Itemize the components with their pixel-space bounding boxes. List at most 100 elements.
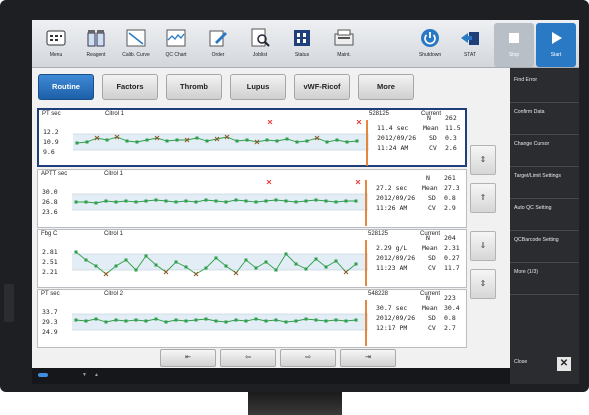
calib-curve-button[interactable]: Calib. Curve [116,23,156,67]
stat-sd-value: 0.8 [444,314,456,322]
monitor-bezel: Menu Reagent Calib. Curve QC Chart Order… [0,0,589,392]
status-arrow-down-icon: ▼ [82,372,87,378]
stat-mean-label: Mean [423,124,439,132]
status-button[interactable]: Status [282,23,322,67]
stat-sd-label: SD [429,134,437,142]
latest-value: 30.7 sec [376,304,408,312]
qcbarcode-setting-button[interactable]: QCBarcode Setting [510,232,579,263]
panel-reagent: Citrol 1 [105,111,125,117]
y-label-lower: 23.6 [42,208,58,216]
latest-date: 2012/09/26 [376,194,416,202]
stat-sd-value: 0.27 [444,254,460,262]
qc-panel-fbg-citrol1[interactable]: Fbg C Citrol 1 528125 Current 2.81 2.51 … [37,229,467,288]
warning-points [103,269,349,277]
stat-mean-value: 30.4 [444,304,460,312]
y-label-upper: 12.2 [43,128,59,136]
stat-sd-label: SD [428,194,436,202]
y-label-lower: 9.6 [43,148,55,156]
side-pull-tab[interactable] [4,284,14,322]
stat-mean-value: 2.31 [444,244,460,252]
panel-param: Fbg C [41,231,58,237]
start-button[interactable]: Start [536,23,576,67]
stat-n-label: N [426,174,430,182]
qc-plot [73,120,369,166]
tab-factors[interactable]: Factors [102,74,158,100]
stat-n-label: N [426,234,430,242]
more-button[interactable]: More (1/3) [510,264,579,295]
menu-icon [46,30,66,46]
latest-date: 2012/09/26 [376,314,416,322]
panel-reagent: Citrol 1 [104,171,124,177]
play-icon [552,32,562,44]
qc-panel-aptt-citrol1[interactable]: APTT sec Citrol 1 30.0 26.8 23.6 27.2 se… [37,169,467,228]
nav-first-button[interactable]: ⇤ [160,349,216,367]
tab-vwf-ricof[interactable]: vWF-Ricof [294,74,350,100]
panel-header: PT sec Citrol 1 528125 Current [39,110,465,119]
stat-mean-label: Mean [422,184,438,192]
monitor-stand [248,392,342,415]
nav-last-button[interactable]: ⇥ [340,349,396,367]
panel-header: PT sec Citrol 2 548228 Current [38,290,466,299]
tab-more[interactable]: More [358,74,414,100]
change-cursor-button[interactable]: Change Cursor [510,136,579,167]
power-icon [421,29,439,47]
nav-prev-button[interactable]: ⇦ [220,349,276,367]
tab-lupus[interactable]: Lupus [230,74,286,100]
maint-button[interactable]: Maint. [324,23,364,67]
stat-cv-label: CV [428,324,436,332]
stat-sd-value: 0.8 [444,194,456,202]
shutdown-button[interactable]: Shutdown [410,23,450,67]
y-label-mean: 29.3 [42,318,58,326]
scroll-down-button[interactable]: ⇓ [470,231,496,261]
panel-header: Fbg C Citrol 1 528125 Current [38,230,466,239]
stat-label: STAT [463,52,477,58]
order-button[interactable]: Order [198,23,238,67]
qc-tab-bar: Routine Factors Thromb Lupus vWF-Ricof M… [38,74,508,100]
qc-chart-button[interactable]: QC Chart [156,23,196,67]
stat-cv-value: 2.9 [444,204,456,212]
calib-curve-icon [126,29,146,47]
y-label-mean: 2.51 [42,258,58,266]
shutdown-label: Shutdown [418,52,442,58]
nav-next-button[interactable]: ⇨ [280,349,336,367]
stat-n-value: 204 [444,234,456,242]
stop-label: Stop [508,52,520,58]
stat-icon [461,32,479,45]
menu-button[interactable]: Menu [36,23,76,67]
stat-cv-label: CV [428,264,436,272]
target-limit-settings-button[interactable]: Target/Limit Settings [510,168,579,199]
find-error-button[interactable]: Find Error [510,72,579,103]
main-toolbar: Menu Reagent Calib. Curve QC Chart Order… [32,20,579,68]
y-label-upper: 30.0 [42,188,58,196]
scroll-both-button-lower[interactable]: ⇕ [470,269,496,299]
qc-plot [72,240,368,286]
qc-panel-pt-citrol1[interactable]: PT sec Citrol 1 528125 Current 12.2 10.9… [37,108,467,167]
qc-plot [72,300,368,346]
joblist-label: Joblist [252,52,268,58]
panel-reagent: Citrol 1 [104,231,124,237]
stat-mean-value: 11.5 [445,124,461,132]
tab-thromb[interactable]: Thromb [166,74,222,100]
qc-panel-pt-citrol2[interactable]: PT sec Citrol 2 548228 Current 33.7 29.3… [37,289,467,348]
maint-icon [334,29,354,46]
latest-date: 2012/09/26 [376,254,416,262]
stat-button[interactable]: STAT [450,23,490,67]
reject-markers [266,180,361,185]
maint-label: Maint. [337,52,351,58]
stat-n-label: N [426,294,430,302]
scroll-both-button[interactable]: ⇕ [470,145,496,175]
status-bar: ▼ ▲ [32,368,510,384]
close-icon[interactable]: ✕ [557,357,571,371]
confirm-data-button[interactable]: Confirm Data [510,104,579,135]
stop-button[interactable]: Stop [494,23,534,67]
tab-routine[interactable]: Routine [38,74,94,100]
auto-qc-setting-button[interactable]: Auto QC Setting [510,200,579,231]
stat-cv-label: CV [429,144,437,152]
qc-chart-label: QC Chart [165,52,187,58]
scroll-up-button[interactable]: ⇑ [470,183,496,213]
panel-header: APTT sec Citrol 1 [38,170,466,179]
reagent-button[interactable]: Reagent [76,23,116,67]
joblist-button[interactable]: Joblist [240,23,280,67]
order-icon [209,30,227,47]
calib-curve-label: Calib. Curve [122,52,150,58]
